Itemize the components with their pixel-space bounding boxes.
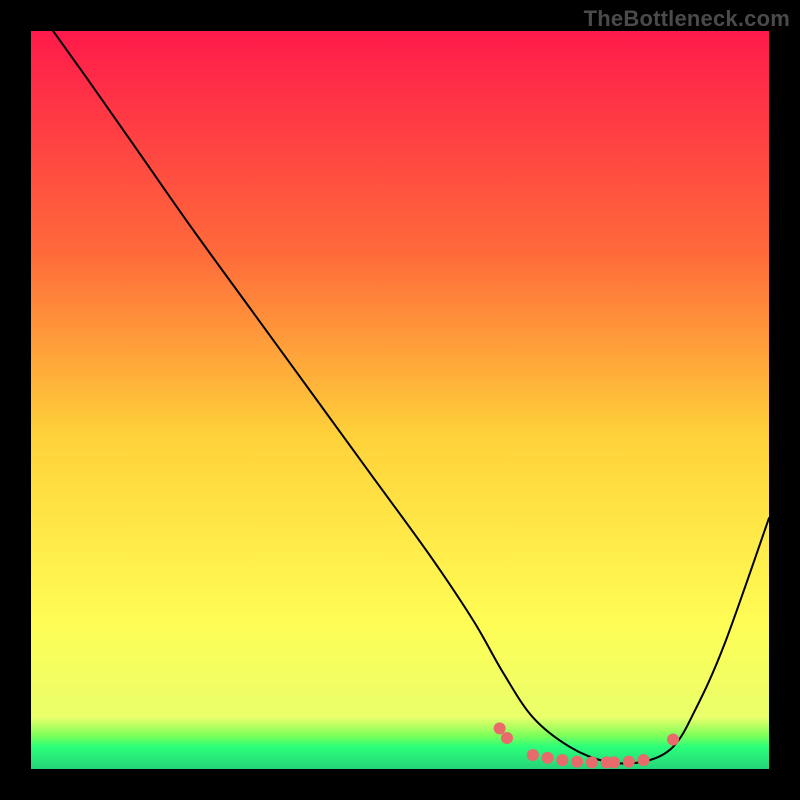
optimal-point (527, 749, 539, 761)
optimal-point (556, 754, 568, 766)
bottleneck-chart (0, 0, 800, 800)
optimal-point (494, 722, 506, 734)
optimal-point (542, 752, 554, 764)
optimal-point (623, 756, 635, 768)
optimal-point (586, 756, 598, 768)
plot-background (31, 31, 769, 769)
optimal-point (608, 756, 620, 768)
optimal-point (571, 756, 583, 768)
optimal-point (638, 754, 650, 766)
optimal-point (501, 732, 513, 744)
optimal-point (667, 733, 679, 745)
watermark-text: TheBottleneck.com (584, 6, 790, 32)
